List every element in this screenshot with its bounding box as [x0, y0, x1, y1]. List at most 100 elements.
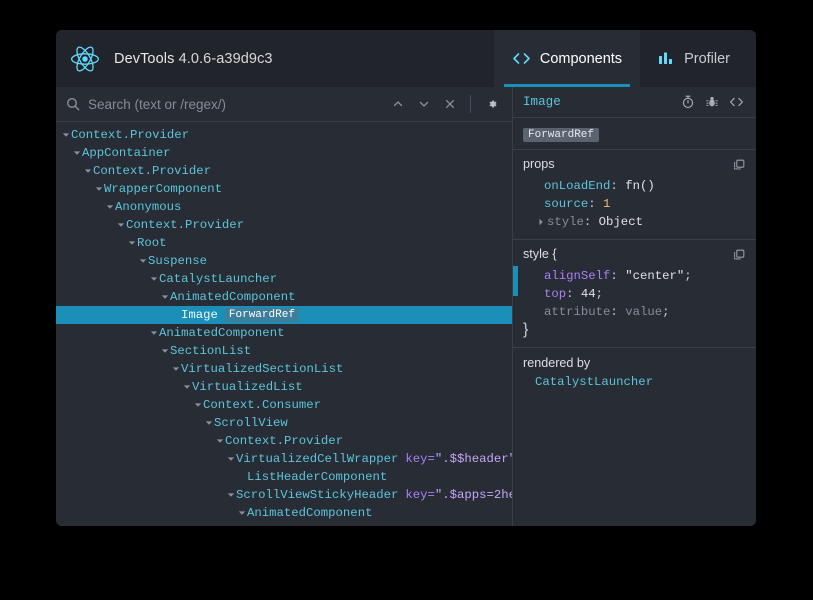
view-source-icon[interactable]: [724, 90, 748, 114]
prop-key: style: [547, 213, 584, 231]
tree-row-attr-key: key=: [405, 450, 435, 468]
chevron-down-icon[interactable]: [82, 167, 93, 175]
style-key[interactable]: attribute: [544, 303, 610, 321]
tab-bar: Components Profiler: [494, 30, 756, 87]
chevron-down-icon[interactable]: [192, 401, 203, 409]
prop-value[interactable]: 1: [603, 195, 610, 213]
style-value[interactable]: "center": [625, 267, 684, 285]
style-row[interactable]: alignSelf: "center";: [513, 267, 756, 285]
tree-row[interactable]: Context.Provider: [56, 126, 512, 144]
inspector-badges: ForwardRef: [513, 118, 756, 150]
chevron-down-icon[interactable]: [148, 329, 159, 337]
style-terminator: ;: [684, 267, 691, 285]
tree-row[interactable]: VirtualizedCellWrapperkey=".$$header": [56, 450, 512, 468]
style-separator: :: [610, 303, 625, 321]
screen: DevTools 4.0.6-a39d9c3 Components: [0, 0, 813, 600]
inspector-header: Image: [513, 87, 756, 118]
chevron-down-icon[interactable]: [236, 509, 247, 517]
style-value[interactable]: 44: [581, 285, 596, 303]
tree-row[interactable]: AppContainer: [56, 144, 512, 162]
tree-row[interactable]: Context.Provider: [56, 432, 512, 450]
titlebar: DevTools 4.0.6-a39d9c3 Components: [56, 30, 756, 87]
tree-row[interactable]: Anonymous: [56, 198, 512, 216]
chevron-down-icon[interactable]: [214, 437, 225, 445]
chevron-down-icon[interactable]: [159, 293, 170, 301]
chevron-down-icon[interactable]: [170, 365, 181, 373]
prop-row[interactable]: style: Object: [513, 213, 756, 231]
prop-separator: :: [584, 213, 599, 231]
style-key[interactable]: alignSelf: [544, 267, 610, 285]
style-close-text: }: [523, 321, 528, 339]
tree-row[interactable]: VirtualizedList: [56, 378, 512, 396]
chevron-down-icon[interactable]: [203, 419, 214, 427]
copy-icon[interactable]: [730, 156, 748, 174]
component-tree[interactable]: Context.ProviderAppContainerContext.Prov…: [56, 122, 512, 526]
code-brackets-icon: [512, 51, 531, 66]
copy-icon[interactable]: [730, 246, 748, 264]
tree-row-label: AnimatedComponent: [247, 504, 372, 522]
tree-row-selected[interactable]: ImageForwardRef: [56, 306, 512, 324]
chevron-right-icon[interactable]: [535, 218, 547, 226]
tree-row-label: CatalystLauncher: [159, 270, 277, 288]
tree-row-attr-value: ".$$header": [435, 450, 512, 468]
tree-row[interactable]: AnimatedComponent: [56, 504, 512, 522]
prop-value[interactable]: fn(): [625, 177, 655, 195]
tree-row-label: Root: [137, 234, 167, 252]
prop-row[interactable]: source: 1: [513, 195, 756, 213]
style-row[interactable]: attribute: value;: [513, 303, 756, 321]
tree-row[interactable]: Suspense: [56, 252, 512, 270]
tree-row[interactable]: ListHeaderComponent: [56, 468, 512, 486]
tree-row-label: ScrollView: [214, 414, 288, 432]
chevron-down-icon[interactable]: [93, 185, 104, 193]
chevron-down-icon[interactable]: [225, 491, 236, 499]
search-prev-button[interactable]: [385, 91, 411, 117]
props-list[interactable]: onLoadEnd: fn()source: 1style: Object: [513, 174, 756, 231]
tree-row-badge: ForwardRef: [225, 308, 299, 322]
tree-row[interactable]: AnimatedComponent: [56, 324, 512, 342]
style-close-brace: }: [513, 321, 756, 339]
chevron-down-icon[interactable]: [159, 347, 170, 355]
tree-row[interactable]: ScrollViewStickyHeaderkey=".$apps=2heade…: [56, 486, 512, 504]
toolbar-divider: [470, 95, 471, 113]
chevron-down-icon[interactable]: [148, 275, 159, 283]
tree-row[interactable]: VirtualizedSectionList: [56, 360, 512, 378]
style-value[interactable]: value: [625, 303, 662, 321]
style-list[interactable]: alignSelf: "center";top: 44;attribute: v…: [513, 264, 756, 321]
stopwatch-icon[interactable]: [676, 90, 700, 114]
gear-icon[interactable]: [478, 89, 508, 119]
chevron-down-icon[interactable]: [225, 455, 236, 463]
style-header: style {: [513, 247, 756, 264]
prop-row[interactable]: onLoadEnd: fn(): [513, 177, 756, 195]
search-clear-button[interactable]: [437, 91, 463, 117]
tree-row[interactable]: CatalystLauncher: [56, 270, 512, 288]
search-bar: [56, 87, 512, 122]
chevron-down-icon[interactable]: [115, 221, 126, 229]
brand: DevTools 4.0.6-a39d9c3: [56, 42, 273, 76]
chevron-down-icon[interactable]: [137, 257, 148, 265]
chevron-down-icon[interactable]: [60, 131, 71, 139]
tree-row[interactable]: WrapperComponent: [56, 180, 512, 198]
rendered-by-owner[interactable]: CatalystLauncher: [523, 370, 746, 389]
tree-row-label: SectionList: [170, 342, 251, 360]
tab-components[interactable]: Components: [494, 30, 640, 87]
style-section: style { alignSelf: "center";top: 44;attr…: [513, 240, 756, 348]
chevron-down-icon[interactable]: [71, 149, 82, 157]
style-key[interactable]: top: [544, 285, 566, 303]
tree-row[interactable]: SectionList: [56, 342, 512, 360]
tree-row[interactable]: Context.Provider: [56, 216, 512, 234]
tree-row[interactable]: Root: [56, 234, 512, 252]
chevron-down-icon[interactable]: [181, 383, 192, 391]
chevron-down-icon[interactable]: [126, 239, 137, 247]
tab-profiler[interactable]: Profiler: [640, 30, 756, 87]
style-row[interactable]: top: 44;: [513, 285, 756, 303]
tree-row[interactable]: Context.Provider: [56, 162, 512, 180]
tree-row[interactable]: Context.Consumer: [56, 396, 512, 414]
chevron-down-icon[interactable]: [104, 203, 115, 211]
tree-row[interactable]: AnimatedComponent: [56, 288, 512, 306]
bug-icon[interactable]: [700, 90, 724, 114]
prop-value[interactable]: Object: [599, 213, 643, 231]
search-next-button[interactable]: [411, 91, 437, 117]
tree-row[interactable]: ScrollView: [56, 414, 512, 432]
tab-components-label: Components: [540, 51, 622, 67]
search-input[interactable]: [80, 97, 385, 112]
